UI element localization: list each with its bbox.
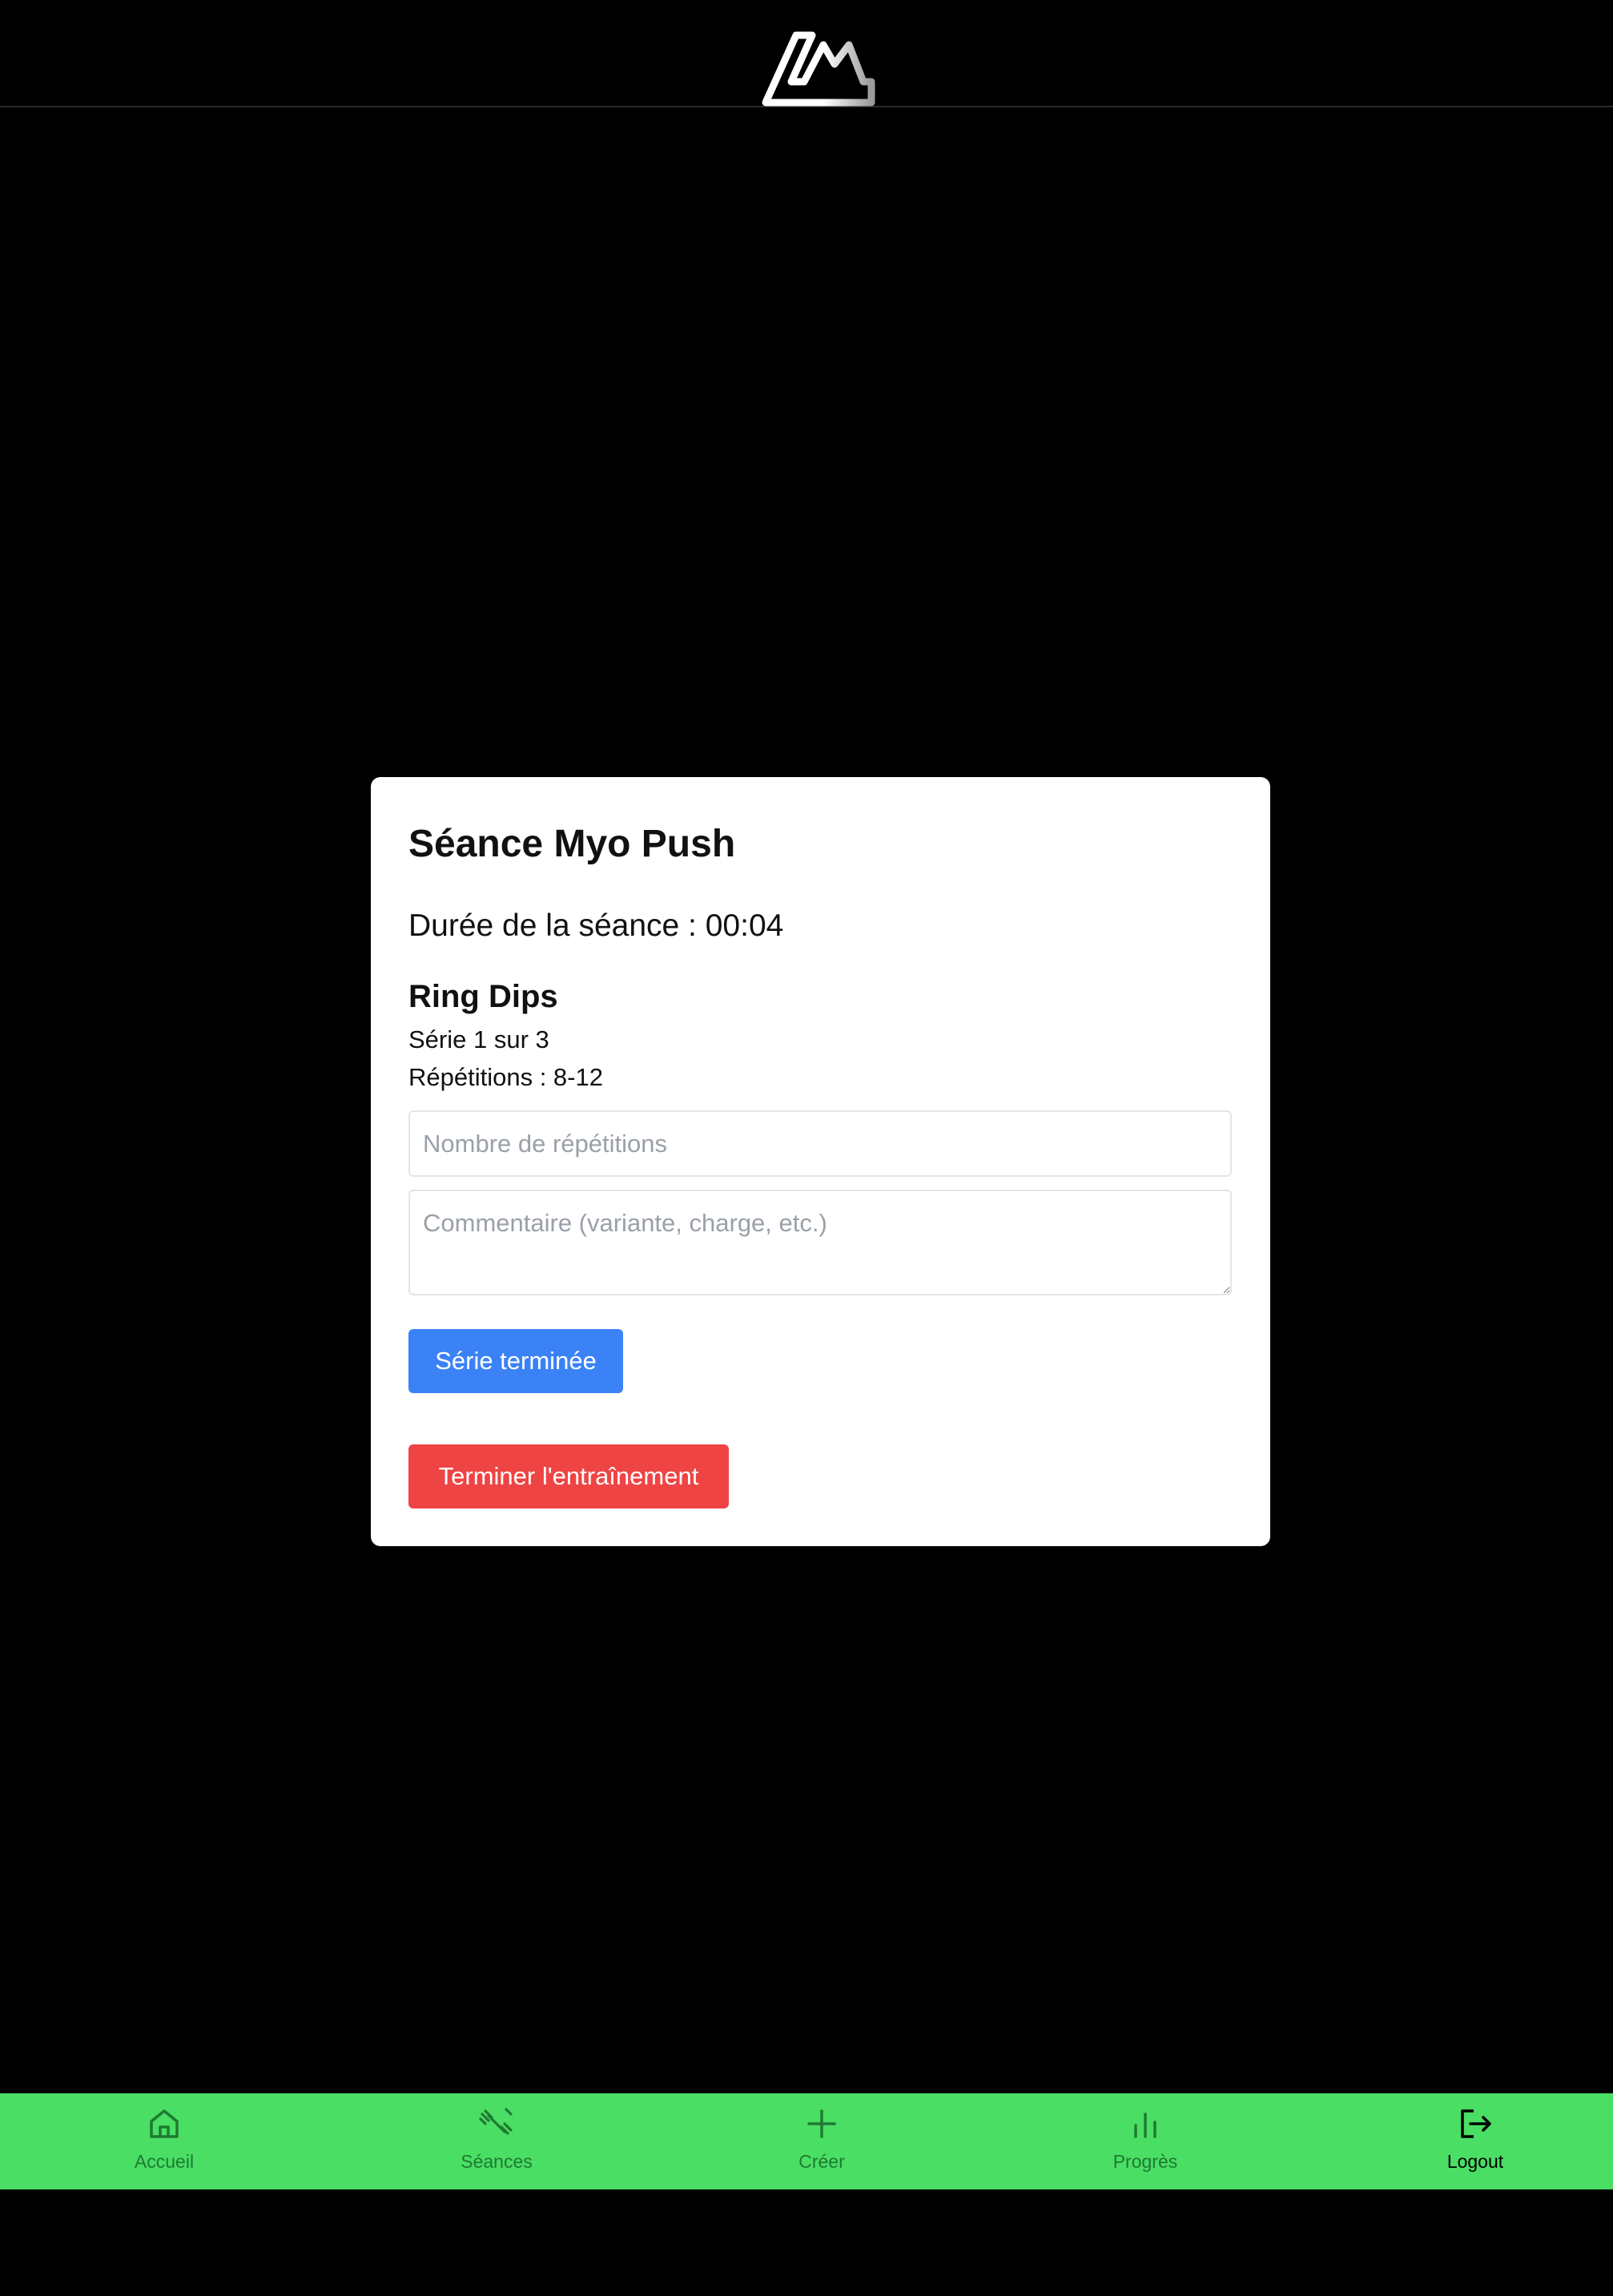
session-title: Séance Myo Push <box>408 823 736 865</box>
app-logo[interactable] <box>761 29 879 109</box>
plus-icon <box>807 2109 836 2138</box>
nav-item-creer[interactable]: Créer <box>734 2093 910 2189</box>
serie-done-button[interactable]: Série terminée <box>408 1329 623 1393</box>
nav-item-progres[interactable]: Progrès <box>1057 2093 1233 2189</box>
reps-input[interactable] <box>408 1110 1232 1177</box>
bar-chart-icon <box>1134 2113 1156 2138</box>
nav-label-accueil: Accueil <box>134 2151 195 2172</box>
nav-item-logout[interactable]: Logout <box>1387 2093 1563 2189</box>
finish-workout-button[interactable]: Terminer l'entraînement <box>408 1444 729 1509</box>
serie-progress: Série 1 sur 3 <box>408 1025 549 1053</box>
exercise-name: Ring Dips <box>408 979 558 1014</box>
nav-label-seances: Séances <box>461 2151 533 2172</box>
bottom-nav: Accueil Séances Créer Progrès Logout <box>0 2093 1613 2189</box>
target-reps: Répétitions : 8-12 <box>408 1063 603 1091</box>
nav-label-progres: Progrès <box>1112 2151 1178 2172</box>
workout-card: Séance Myo Push Durée de la séance : 00:… <box>371 777 1270 1546</box>
top-bar <box>0 0 1613 107</box>
comment-textarea[interactable] <box>408 1190 1232 1295</box>
nav-label-creer: Créer <box>798 2151 845 2172</box>
nav-label-logout: Logout <box>1446 2151 1504 2172</box>
nav-item-accueil[interactable]: Accueil <box>76 2093 252 2189</box>
nav-item-seances[interactable]: Séances <box>408 2093 585 2189</box>
session-duration: Durée de la séance : 00:04 <box>408 908 784 943</box>
logout-icon <box>1461 2109 1491 2138</box>
home-icon <box>150 2109 179 2138</box>
dumbbell-icon <box>479 2108 513 2135</box>
